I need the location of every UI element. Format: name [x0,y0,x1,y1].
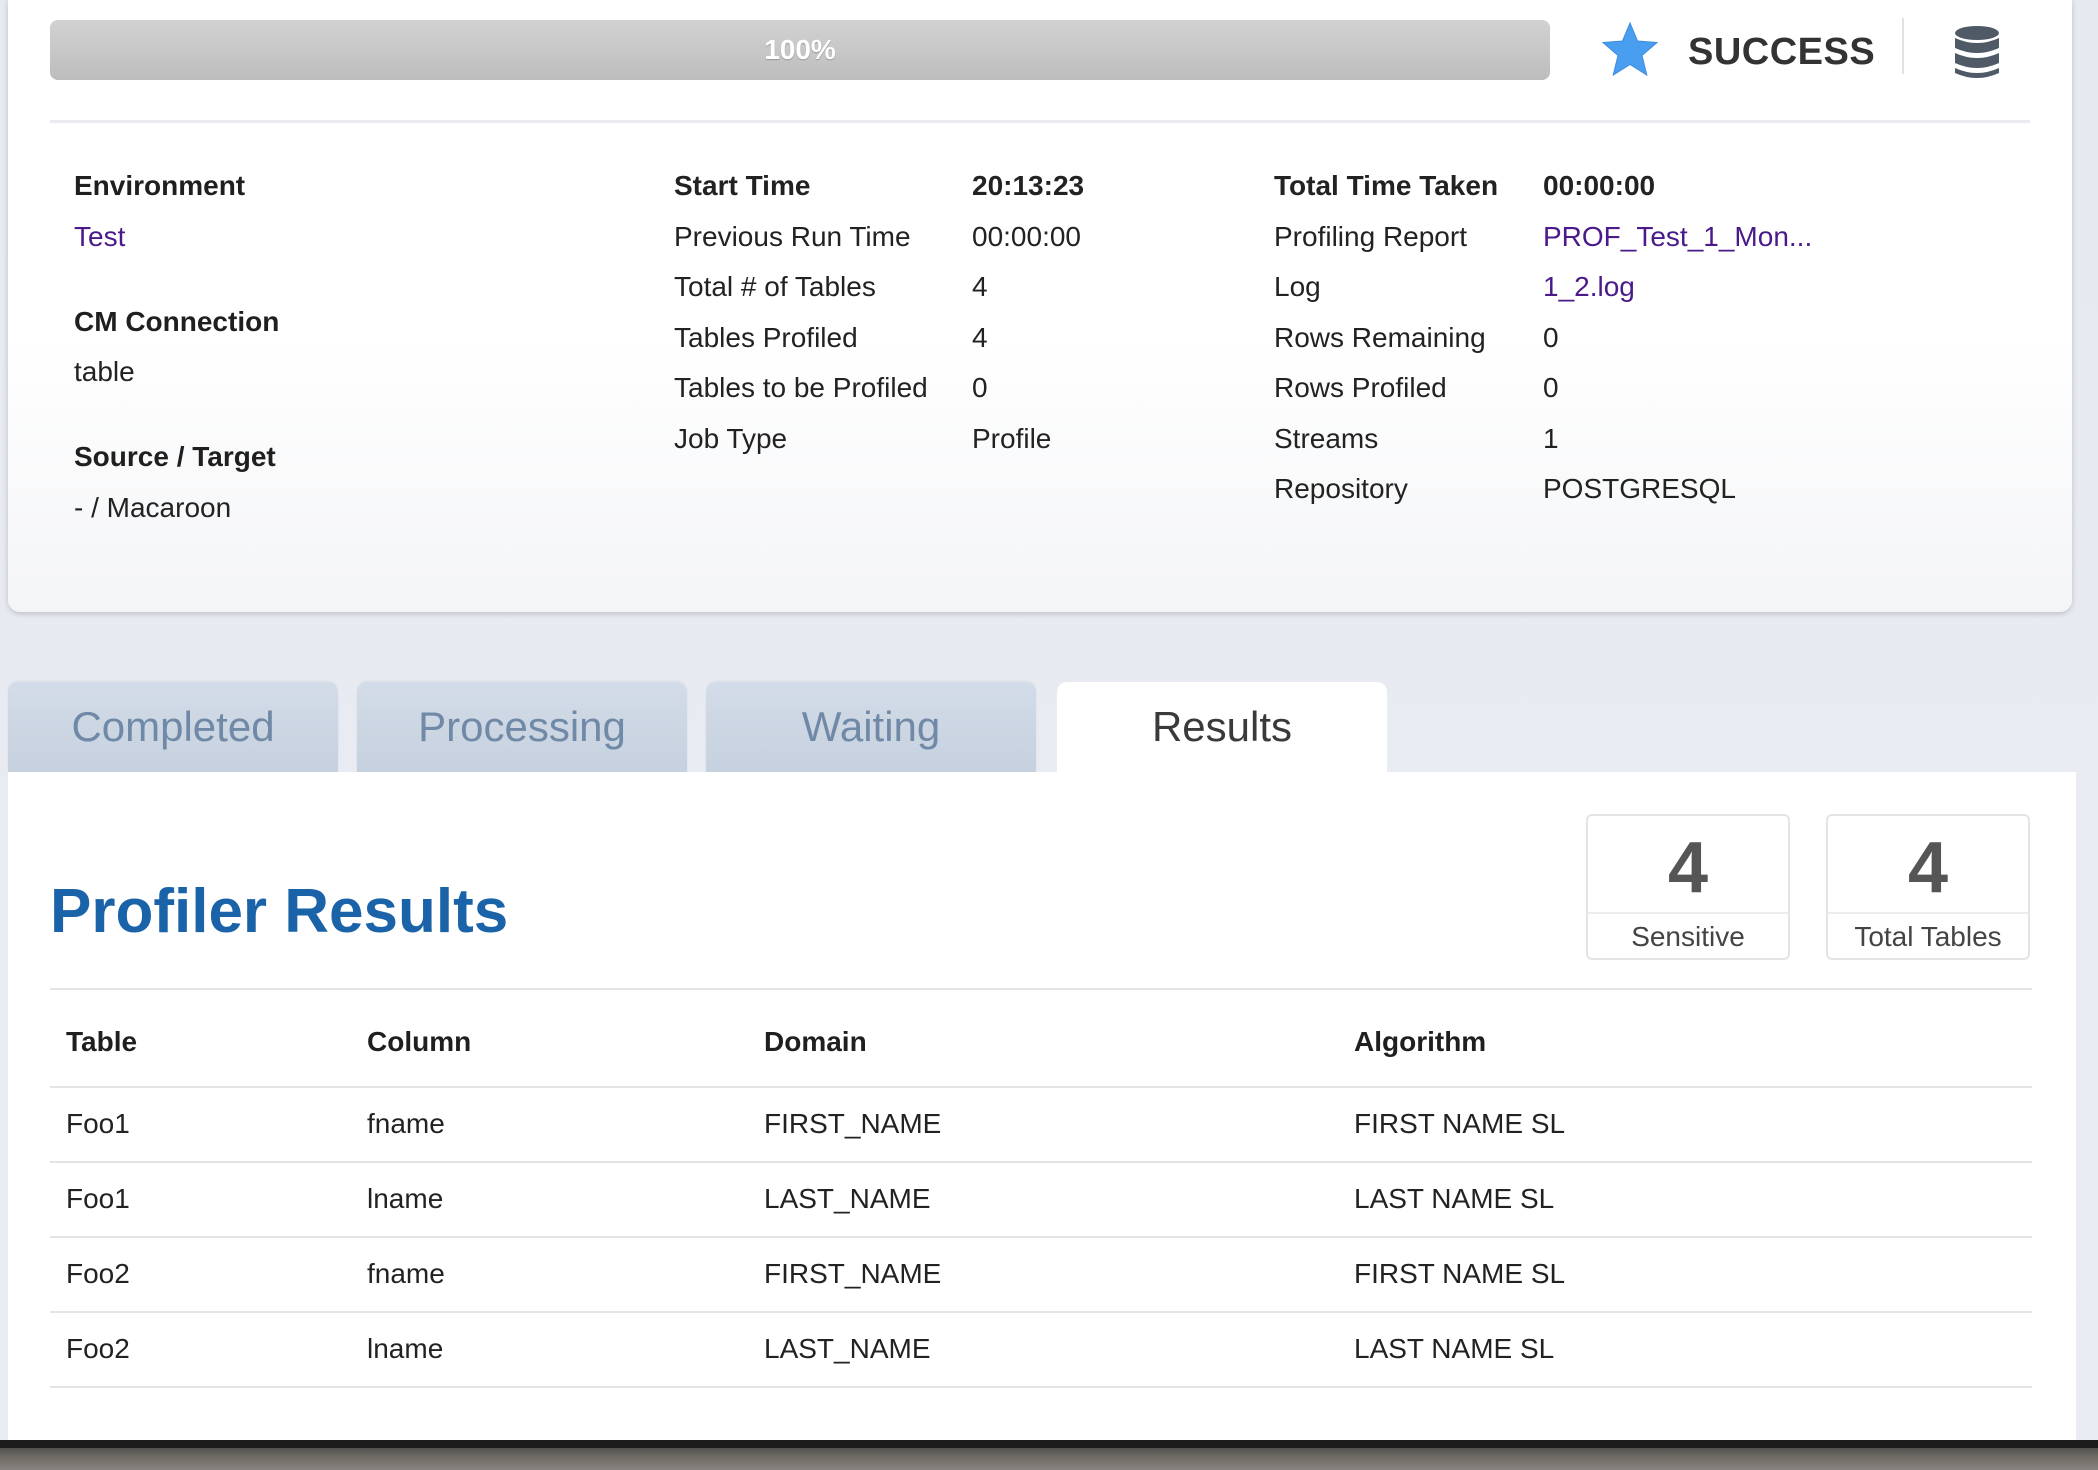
right-value: 0 [1543,372,1559,403]
sensitive-count: 4 [1667,828,1709,908]
middle-value: Profile [972,422,1052,454]
progress-bar: 100% [50,20,1550,80]
total-tables-card: 4 Total Tables [1826,814,2030,960]
panel-divider [50,120,2030,123]
table-cell: Foo1 [66,1108,130,1139]
right-label: Profiling Report [1274,220,1467,252]
table-cell: FIRST NAME SL [1354,1108,1566,1139]
right-value: 0 [1543,321,1559,353]
middle-label: Job Type [674,422,788,454]
table-cell: Foo2 [66,1258,130,1289]
row-divider [50,1236,2032,1238]
star-icon [1601,21,1659,77]
tab-processing[interactable]: Processing [357,682,687,772]
right-label: Rows Profiled [1274,372,1447,403]
middle-value: 4 [972,271,988,302]
job-status-panel: 100% SUCCESS Environment Test CM Connect… [8,0,2072,612]
middle-label: Tables Profiled [674,321,858,353]
column-header-algorithm[interactable]: Algorithm [1354,1024,1486,1060]
middle-value: 0 [972,372,988,403]
status-divider [1902,18,1904,74]
middle-label: Tables to be Profiled [674,372,928,403]
cm-connection-value: table [74,356,135,387]
middle-value: 4 [972,321,988,353]
page-title: Profiler Results [50,877,509,946]
source-target-value: - / Macaroon [74,492,232,523]
column-header-domain[interactable]: Domain [764,1024,867,1060]
column-header-column[interactable]: Column [367,1024,471,1060]
right-label: Total Time Taken [1274,170,1499,201]
total-tables-label: Total Tables [1854,921,2002,952]
column-header-table[interactable]: Table [66,1024,137,1060]
table-cell: FIRST NAME SL [1354,1258,1566,1289]
os-taskbar [0,1440,2098,1470]
environment-link[interactable]: Test [74,219,125,255]
table-cell: lname [367,1333,444,1364]
tab-results[interactable]: Results [1057,682,1387,772]
sensitive-label: Sensitive [1631,921,1745,952]
middle-value: 00:00:00 [972,220,1081,252]
middle-value: 20:13:23 [972,170,1085,201]
table-cell: FIRST_NAME [764,1108,942,1139]
right-value: 00:00:00 [1543,170,1656,201]
table-cell: LAST NAME SL [1354,1333,1555,1364]
page: 100% SUCCESS Environment Test CM Connect… [0,0,2098,1470]
table-cell: LAST_NAME [764,1183,931,1214]
taskbar-edge [0,1440,2098,1448]
sensitive-count-card: 4 Sensitive [1586,814,1790,960]
right-value: 1 [1543,422,1559,454]
table-cell: FIRST_NAME [764,1258,942,1289]
total-tables-count: 4 [1907,828,1949,908]
table-cell: LAST NAME SL [1354,1183,1555,1214]
environment-label: Environment [74,170,246,201]
row-divider [50,1386,2032,1388]
right-label: Log [1274,271,1321,302]
tab-waiting[interactable]: Waiting [706,682,1036,772]
source-target-label: Source / Target [74,441,276,472]
card-divider [1828,912,2028,914]
table-cell: Foo1 [66,1183,130,1214]
middle-label: Start Time [674,170,811,201]
table-cell: LAST_NAME [764,1333,931,1364]
results-panel: Profiler Results 4 Sensitive 4 Total Tab… [8,772,2076,1442]
table-cell: Foo2 [66,1333,130,1364]
right-link[interactable]: PROF_Test_1_Mon... [1543,219,1812,255]
row-divider [50,1086,2032,1088]
progress-label: 100% [764,34,836,65]
job-status-text: SUCCESS [1688,31,1876,73]
row-divider [50,1161,2032,1163]
database-icon[interactable] [1950,24,2004,82]
card-divider [1588,912,1788,914]
table-cell: fname [367,1258,445,1289]
table-cell: fname [367,1108,445,1139]
cm-connection-label: CM Connection [74,306,280,337]
title-divider [50,988,2032,990]
row-divider [50,1311,2032,1313]
right-label: Rows Remaining [1274,321,1486,353]
middle-label: Previous Run Time [674,220,911,252]
right-label: Streams [1274,422,1379,454]
right-label: Repository [1274,473,1408,504]
middle-label: Total # of Tables [674,271,876,302]
table-cell: lname [367,1183,444,1214]
right-link[interactable]: 1_2.log [1543,269,1635,305]
tab-completed[interactable]: Completed [8,682,338,772]
right-value: POSTGRESQL [1543,473,1736,504]
